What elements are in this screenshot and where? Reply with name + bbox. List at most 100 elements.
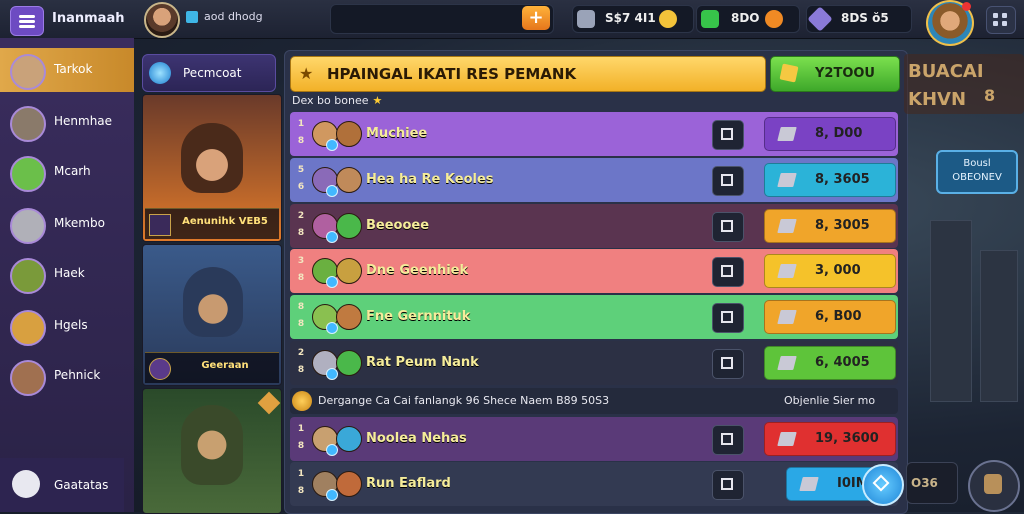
app-title: Inanmaah (52, 11, 125, 26)
row-rank: 3 8 (297, 256, 305, 283)
row-rank: 2 8 (297, 211, 305, 238)
resource-cash[interactable]: 8DO (696, 5, 800, 33)
sidebar-bottom-item[interactable]: Gaatatas (0, 458, 124, 512)
hero-avatar-icon (10, 360, 46, 396)
row-price-label: 8, D00 (815, 126, 863, 141)
row-price-button[interactable]: 8, 3005 (764, 209, 896, 243)
leaderboard-row[interactable]: 2 8 Beeooee 8, 3005 (290, 204, 898, 248)
claim-button-label: Y2TOOU (815, 66, 875, 81)
row-price-label: 6, 4005 (815, 355, 870, 370)
leaderboard-row[interactable]: 2 8 Rat Peum Nank 6, 4005 (290, 341, 898, 385)
sidebar-item-label: Mkembo (54, 216, 105, 230)
folder-icon (186, 11, 198, 23)
row-price-button[interactable]: 6, 4005 (764, 346, 896, 380)
ingot-icon (777, 310, 797, 324)
cash-icon (701, 10, 719, 28)
sidebar-item-1[interactable]: Henmhae (0, 100, 134, 144)
leaderboard-row[interactable]: 1 8 Run Eaflard I0IM (290, 462, 898, 506)
leaderboard-row[interactable]: 5 6 Hea ha Re Keoles 8, 3605 (290, 158, 898, 202)
hero-name-bar: Geeraan (145, 352, 279, 383)
people-icon (12, 470, 40, 498)
notification-dot (962, 2, 971, 11)
leaderboard-row[interactable]: 1 8 Muchiee 8, D00 (290, 112, 898, 156)
row-price-label: 8, 3005 (815, 218, 870, 233)
side-action-button[interactable]: Bousl OBEONEV (936, 150, 1018, 194)
resource-gems[interactable]: 8DS ŏ5 (806, 5, 912, 33)
floating-action-button[interactable] (862, 464, 904, 506)
leaderboard-row[interactable]: 3 8 Dne Geenhiek 3, 000 (290, 249, 898, 293)
sidebar-item-5[interactable]: Hgels (0, 304, 134, 348)
gem-icon (326, 444, 338, 456)
sidebar-item-2[interactable]: Mcarh (0, 150, 134, 194)
bottom-counter[interactable]: O36 (906, 462, 958, 504)
row-price-button[interactable]: 8, D00 (764, 117, 896, 151)
hero-name-bar: Aenunihk VEB5 (145, 208, 279, 239)
row-price-button[interactable]: 19, 3600 (764, 422, 896, 456)
row-player-name: Hea ha Re Keoles (366, 172, 494, 187)
row-info-button[interactable] (712, 349, 744, 379)
gem-icon (326, 322, 338, 334)
orb-icon (149, 62, 171, 84)
row-info-button[interactable] (712, 303, 744, 333)
row-price-button[interactable]: 8, 3605 (764, 163, 896, 197)
resource-silver[interactable]: S$7 4I1 (572, 5, 694, 33)
sidebar-item-label: Mcarh (54, 164, 91, 178)
ingot-icon (777, 219, 797, 233)
ingot-icon (777, 173, 797, 187)
row-player-name: Rat Peum Nank (366, 355, 479, 370)
search-input[interactable] (330, 4, 554, 34)
gem-icon (326, 276, 338, 288)
hero-list-header[interactable]: Pecmcoat (142, 54, 276, 92)
row-rank: 1 8 (297, 469, 305, 496)
resource-silver-value: S$7 4I1 (605, 11, 656, 25)
pet-avatar-icon (336, 350, 362, 376)
hero-portrait (181, 405, 243, 485)
section-left-text: Dergange Ca Cai fanlangk 96 Shece Naem B… (318, 394, 610, 407)
row-info-button[interactable] (712, 212, 744, 242)
gem-icon (326, 231, 338, 243)
row-info-button[interactable] (712, 257, 744, 287)
hero-card[interactable] (142, 388, 282, 514)
panel-subtitle-text: Dex bo bonee (292, 94, 369, 107)
square-icon (721, 357, 733, 369)
row-player-name: Run Eaflard (366, 476, 451, 491)
sidebar: Tarkok Henmhae Mcarh Mkembo Haek Hgels P… (0, 38, 134, 512)
row-info-button[interactable] (712, 120, 744, 150)
row-price-button[interactable]: 3, 000 (764, 254, 896, 288)
sidebar-item-4[interactable]: Haek (0, 252, 134, 296)
event-sign-suffix: 8 (984, 86, 996, 105)
breadcrumb[interactable]: aod dhodg (186, 10, 263, 23)
ingot-icon (777, 264, 797, 278)
row-info-button[interactable] (712, 470, 744, 500)
row-player-name: Noolea Nehas (366, 431, 467, 446)
grid-menu-button[interactable] (986, 6, 1016, 34)
hero-class-icon (149, 358, 171, 380)
add-button[interactable]: + (522, 6, 550, 30)
sidebar-item-3[interactable]: Mkembo (0, 202, 134, 246)
hero-avatar-icon (10, 156, 46, 192)
diamond-icon (872, 474, 890, 492)
star-icon: ★ (299, 64, 314, 83)
sidebar-item-6[interactable]: Pehnick (0, 354, 134, 398)
hero-avatar-icon (10, 208, 46, 244)
pet-avatar-icon (336, 167, 362, 193)
claim-button[interactable]: Y2TOOU (770, 56, 900, 92)
ingot-icon (777, 356, 797, 370)
hamburger-menu-button[interactable] (10, 6, 44, 36)
leaderboard-row[interactable]: 1 8 Noolea Nehas 19, 3600 (290, 417, 898, 461)
square-icon (721, 433, 733, 445)
hero-avatar-icon (10, 258, 46, 294)
event-sign: BUACAI KHVN 8 (904, 54, 1024, 114)
row-price-label: 19, 3600 (815, 431, 879, 446)
hero-card[interactable]: Aenunihk VEB5 (142, 94, 282, 242)
player-avatar[interactable] (144, 2, 180, 38)
leaderboard-row[interactable]: 8 8 Fne Gernnituk 6, B00 (290, 295, 898, 339)
sidebar-item-0[interactable]: Tarkok (0, 48, 134, 92)
row-info-button[interactable] (712, 166, 744, 196)
bag-button[interactable] (968, 460, 1020, 512)
hero-card[interactable]: Geeraan (142, 244, 282, 386)
square-icon (721, 478, 733, 490)
row-price-button[interactable]: 6, B00 (764, 300, 896, 334)
row-info-button[interactable] (712, 425, 744, 455)
panel-title-banner: ★ HPAINGAL IKATI RES PEMANK (290, 56, 766, 92)
